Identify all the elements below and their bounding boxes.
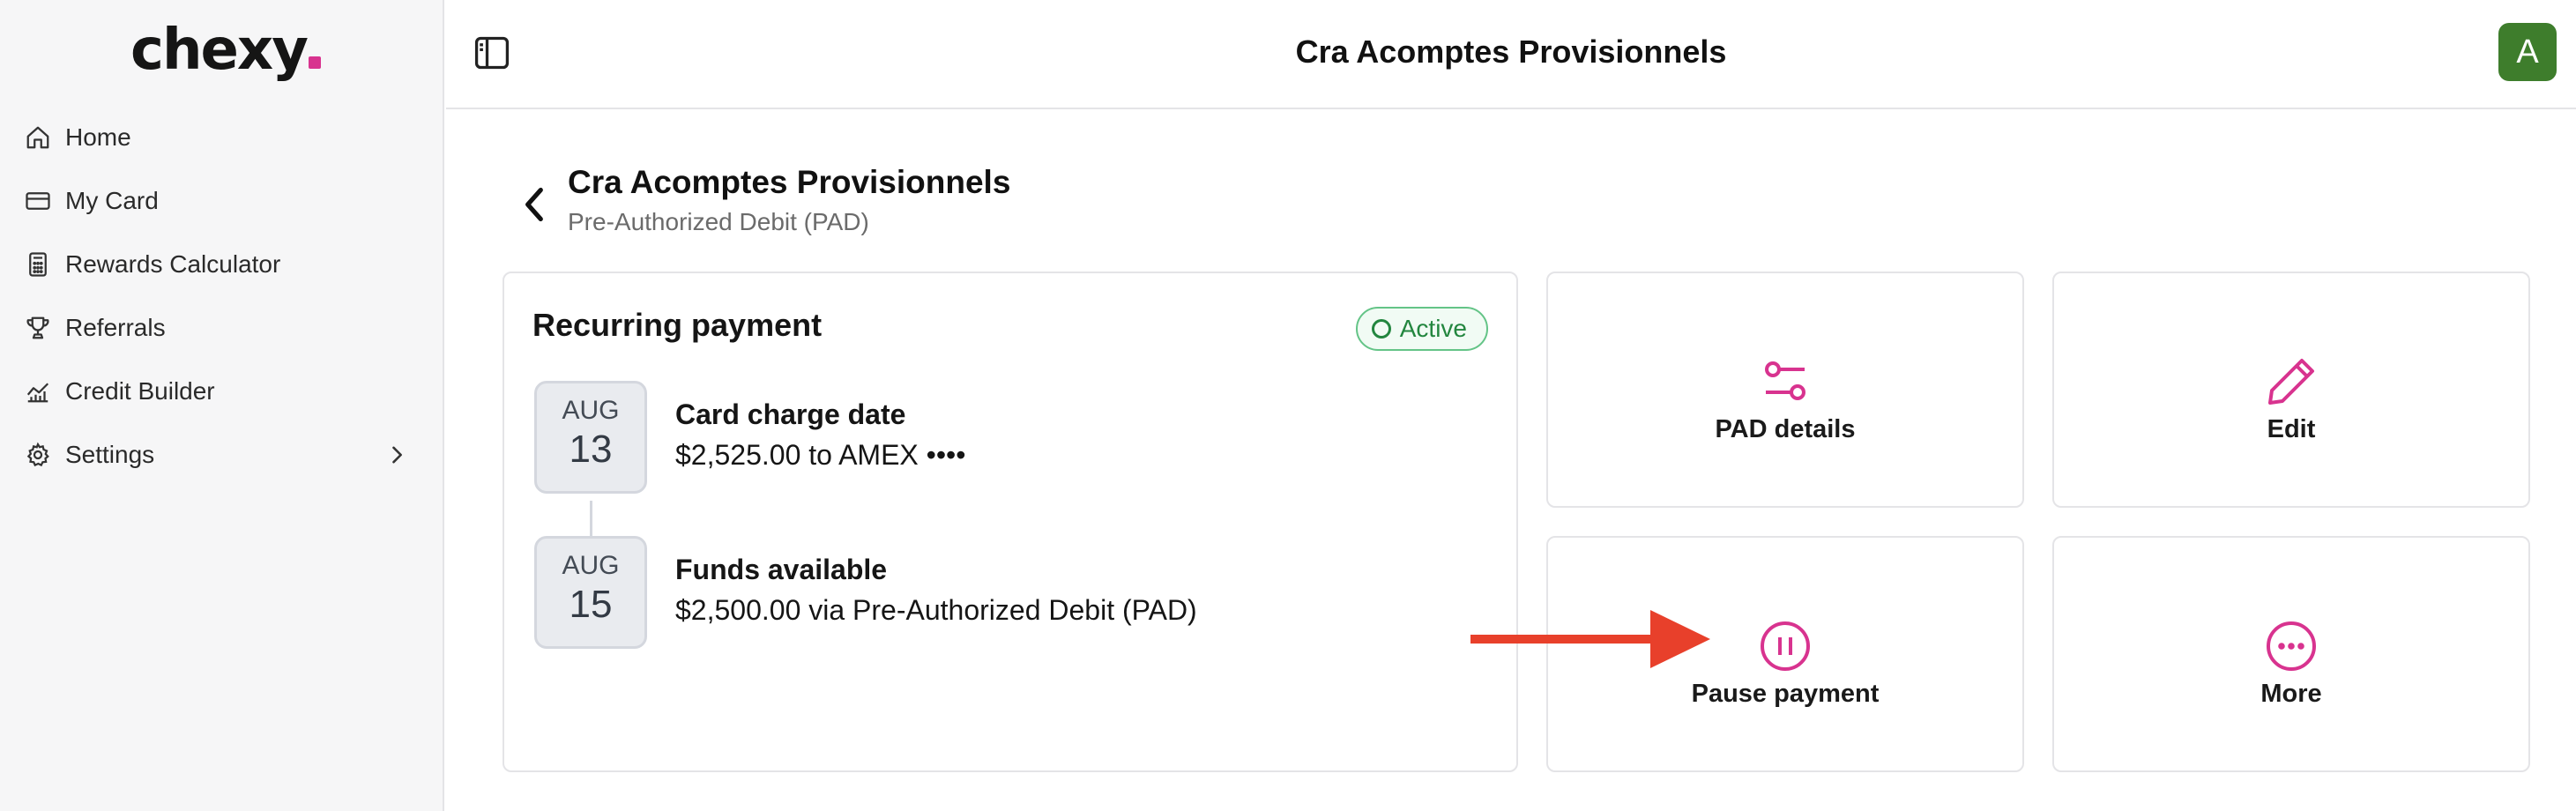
pause-circle-icon <box>1761 621 1810 671</box>
more-button[interactable]: More <box>2052 536 2530 772</box>
edit-button[interactable]: Edit <box>2052 272 2530 508</box>
event-title: Funds available <box>675 554 888 585</box>
chart-line-icon <box>23 376 53 406</box>
header-title: Cra Acomptes Provisionnels <box>1295 33 1727 70</box>
calculator-icon <box>23 249 53 279</box>
sidebar-item-rewards-calculator[interactable]: Rewards Calculator <box>0 233 444 296</box>
date-month: AUG <box>562 396 620 425</box>
sliders-icon <box>1765 361 1805 400</box>
card-title: Recurring payment <box>532 307 823 343</box>
sidebar-item-label: Settings <box>65 441 155 468</box>
date-badge: AUG 13 <box>534 381 647 494</box>
status-label: Active <box>1399 315 1467 342</box>
date-badge: AUG 15 <box>534 536 647 649</box>
credit-card-icon <box>23 186 53 216</box>
action-label: Edit <box>2267 414 2316 443</box>
status-circle-icon <box>1371 319 1391 339</box>
gear-icon <box>23 440 53 470</box>
trophy-icon <box>23 313 53 343</box>
sidebar-item-credit-builder[interactable]: Credit Builder <box>0 360 444 423</box>
annotation-arrow-icon <box>1470 610 1710 668</box>
sidebar-item-label: Credit Builder <box>65 377 215 405</box>
avatar[interactable]: A <box>2498 23 2557 81</box>
status-badge: Active <box>1355 307 1488 351</box>
event-description: $2,525.00 to AMEX •••• <box>675 439 966 471</box>
pencil-icon <box>2268 358 2314 405</box>
action-label: Pause payment <box>1691 679 1880 708</box>
top-bar: Cra Acomptes Provisionnels A <box>446 0 2576 109</box>
sidebar-item-label: My Card <box>65 187 159 214</box>
pad-details-button[interactable]: PAD details <box>1546 272 2024 508</box>
sidebar-item-label: Rewards Calculator <box>65 250 281 278</box>
chevron-right-icon <box>392 446 402 464</box>
date-day: 13 <box>569 428 613 471</box>
date-day: 15 <box>569 583 613 626</box>
sidebar-item-my-card[interactable]: My Card <box>0 169 444 233</box>
home-icon <box>23 123 53 153</box>
sidebar-item-home[interactable]: Home <box>0 106 444 169</box>
chexy-logo[interactable]: chexy <box>130 18 321 83</box>
action-label: More <box>2260 679 2322 708</box>
event-title: Card charge date <box>675 398 906 430</box>
date-month: AUG <box>562 551 620 580</box>
page-subtitle: Pre-Authorized Debit (PAD) <box>568 208 869 235</box>
sidebar-item-settings[interactable]: Settings <box>0 423 444 487</box>
more-dots-icon <box>2267 621 2316 671</box>
event-description: $2,500.00 via Pre-Authorized Debit (PAD) <box>675 594 1197 626</box>
sidebar: chexy Home My Card Rewards Calculator Re… <box>0 0 444 811</box>
sidebar-item-label: Referrals <box>65 314 166 341</box>
action-label: PAD details <box>1715 414 1856 443</box>
page-title: Cra Acomptes Provisionnels <box>568 164 1011 200</box>
recurring-payment-card: Recurring payment Active AUG 13 Card cha… <box>503 272 1518 772</box>
back-chevron-icon[interactable] <box>518 185 550 224</box>
sidebar-nav: Home My Card Rewards Calculator Referral… <box>0 106 444 487</box>
sidebar-item-label: Home <box>65 123 131 151</box>
sidebar-item-referrals[interactable]: Referrals <box>0 296 444 360</box>
